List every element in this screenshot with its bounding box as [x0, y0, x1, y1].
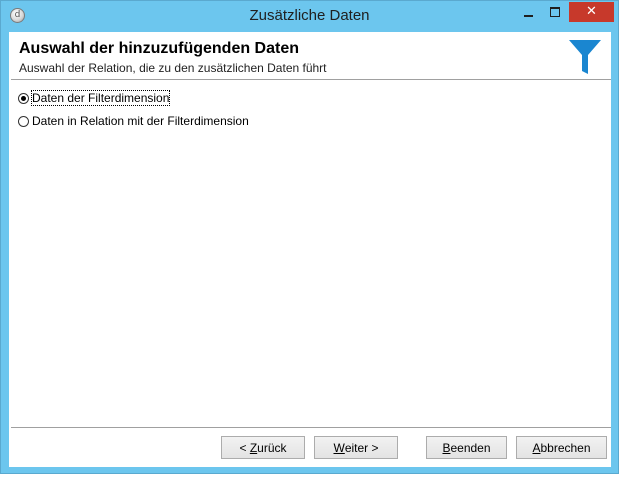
button-label: bbrechen: [540, 440, 591, 455]
filter-icon: [569, 40, 601, 74]
page-subtitle: Auswahl der Relation, die zu den zusätzl…: [19, 61, 327, 75]
button-prefix: <: [239, 440, 250, 455]
option-filter-dimension[interactable]: Daten der Filterdimension: [18, 90, 171, 106]
finish-button[interactable]: Beenden: [426, 436, 507, 459]
option-related-data[interactable]: Daten in Relation mit der Filterdimensio…: [18, 113, 249, 129]
back-button[interactable]: < Zurück: [221, 436, 305, 459]
maximize-button[interactable]: [542, 2, 568, 22]
close-button[interactable]: ✕: [569, 2, 614, 22]
header-divider: [11, 79, 611, 80]
next-button[interactable]: Weiter >: [314, 436, 398, 459]
button-label: urück: [257, 440, 287, 455]
title-bar[interactable]: d Zusätzliche Daten ✕: [1, 1, 618, 32]
minimize-icon: [523, 14, 533, 17]
option-label: Daten der Filterdimension: [30, 90, 171, 106]
option-label: Daten in Relation mit der Filterdimensio…: [32, 114, 249, 128]
maximize-icon: [550, 6, 560, 17]
close-icon: ✕: [586, 4, 597, 19]
mnemonic: B: [442, 440, 451, 455]
minimize-button[interactable]: [515, 2, 541, 22]
radio-button-checked[interactable]: [18, 92, 29, 104]
dialog-content: Auswahl der hinzuzufügenden Daten Auswah…: [9, 32, 611, 467]
mnemonic: W: [333, 440, 345, 455]
button-label: eiter >: [344, 440, 379, 455]
cancel-button[interactable]: Abbrechen: [516, 436, 607, 459]
mnemonic: Z: [249, 440, 258, 455]
footer-divider: [11, 427, 611, 428]
mnemonic: A: [532, 440, 541, 455]
dialog-window: d Zusätzliche Daten ✕ Auswahl der hinzuz…: [0, 0, 619, 474]
radio-button[interactable]: [18, 115, 29, 127]
button-label: eenden: [450, 440, 491, 455]
page-title: Auswahl der hinzuzufügenden Daten: [19, 40, 300, 57]
